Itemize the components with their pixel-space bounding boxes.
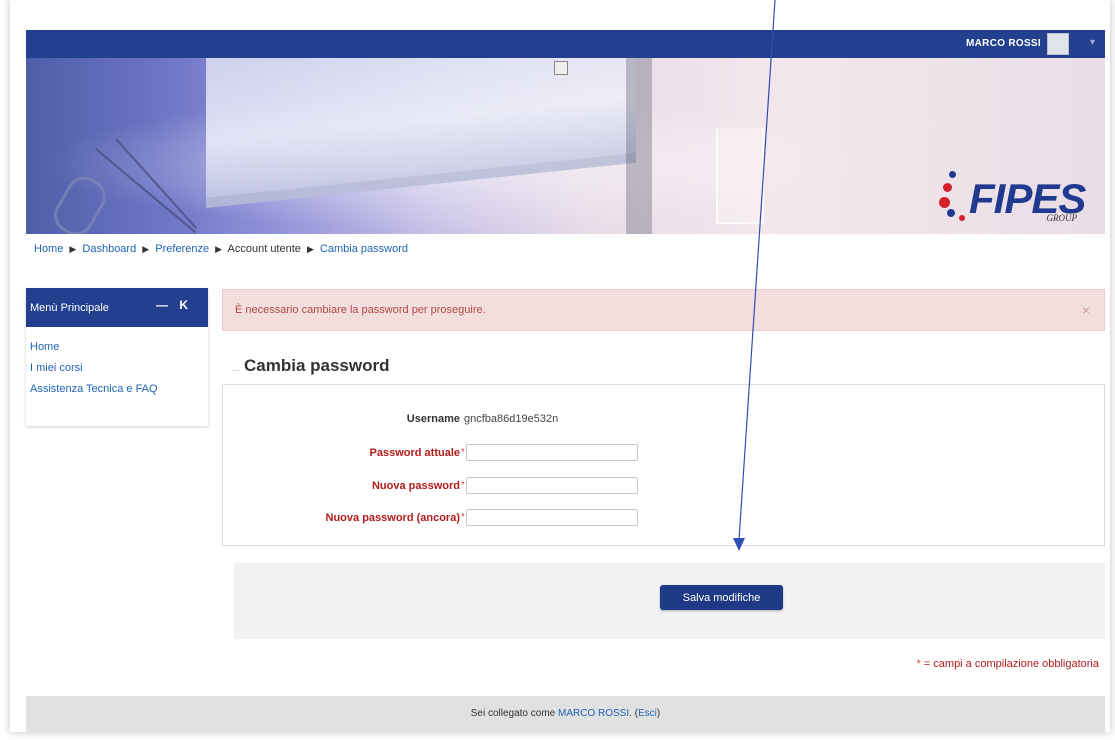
main-menu-header: Menù Principale — K — [26, 288, 208, 327]
logout-link[interactable]: Esci — [638, 708, 657, 719]
logo-subtext: GROUP — [1046, 213, 1078, 223]
required-note-text: = campi a compilazione obbligatoria — [920, 658, 1099, 670]
banner-glass-image — [716, 128, 764, 224]
new-password-label: Nuova password — [371, 479, 460, 492]
new-password-again-label: Nuova password (ancora) — [325, 511, 460, 524]
breadcrumb-separator-icon: ▶ — [142, 244, 150, 254]
collapse-dock-icon[interactable]: — K — [156, 298, 192, 312]
user-menu-name[interactable]: MARCO ROSSI — [966, 38, 1041, 49]
required-fields-note: * = campi a compilazione obbligatoria — [916, 658, 1099, 670]
header-banner: FIPES GROUP — [26, 58, 1105, 234]
footer-login-info: Sei collegato come MARCO ROSSI. (Esci) — [26, 696, 1105, 732]
username-value: gncfba86d19e532n — [464, 413, 559, 425]
required-marker: * — [461, 447, 465, 458]
page-title: Cambia password — [240, 356, 394, 376]
required-marker: * — [461, 480, 465, 491]
current-password-row: Password attuale * — [300, 444, 638, 461]
new-password-again-row: Nuova password (ancora) * — [300, 509, 638, 526]
main-menu-block: Menù Principale — K Home I miei corsi As… — [26, 288, 208, 426]
sidebar-item-my-courses[interactable]: I miei corsi — [26, 358, 208, 379]
avatar[interactable] — [1047, 33, 1069, 55]
fipes-logo: FIPES GROUP — [935, 163, 1086, 233]
top-navbar: MARCO ROSSI ▾ — [26, 30, 1105, 58]
main-menu-title: Menù Principale — [30, 302, 109, 314]
new-password-input[interactable] — [465, 477, 638, 494]
breadcrumb-separator-icon: ▶ — [215, 244, 223, 254]
breadcrumb-account: Account utente — [227, 243, 301, 255]
save-button[interactable]: Salva modifiche — [660, 585, 783, 610]
legend-divider — [232, 370, 240, 371]
footer-paren-open: . ( — [629, 708, 639, 719]
current-password-input[interactable] — [465, 444, 638, 461]
close-icon[interactable]: × — [1082, 302, 1090, 318]
required-marker: * — [461, 512, 465, 523]
new-password-again-input[interactable] — [465, 509, 638, 526]
breadcrumb-separator-icon: ▶ — [69, 244, 77, 254]
new-password-row: Nuova password * — [300, 477, 638, 494]
breadcrumb-home[interactable]: Home — [34, 243, 63, 255]
current-password-label: Password attuale — [369, 446, 460, 459]
username-row: Username gncfba86d19e532n — [340, 413, 558, 425]
username-label: Username — [406, 413, 460, 425]
chevron-down-icon[interactable]: ▾ — [1090, 37, 1095, 48]
sidebar-item-home[interactable]: Home — [26, 337, 208, 358]
breadcrumb-preferences[interactable]: Preferenze — [155, 243, 209, 255]
breadcrumb: Home ▶ Dashboard ▶ Preferenze ▶ Account … — [34, 243, 408, 255]
breadcrumb-current[interactable]: Cambia password — [320, 243, 408, 255]
form-actions: Salva modifiche — [234, 563, 1105, 639]
alert-message: È necessario cambiare la password per pr… — [235, 304, 486, 316]
sidebar-item-support-faq[interactable]: Assistenza Tecnica e FAQ — [26, 379, 208, 400]
footer-user-link[interactable]: MARCO ROSSI — [558, 708, 629, 719]
banner-pillar — [626, 58, 652, 234]
breadcrumb-separator-icon: ▶ — [306, 244, 314, 254]
password-change-alert: È necessario cambiare la password per pr… — [222, 289, 1105, 331]
footer-paren-close: ) — [656, 708, 661, 719]
footer-prefix: Sei collegato come — [470, 708, 558, 719]
breadcrumb-dashboard[interactable]: Dashboard — [82, 243, 136, 255]
broken-image-icon — [554, 61, 568, 75]
